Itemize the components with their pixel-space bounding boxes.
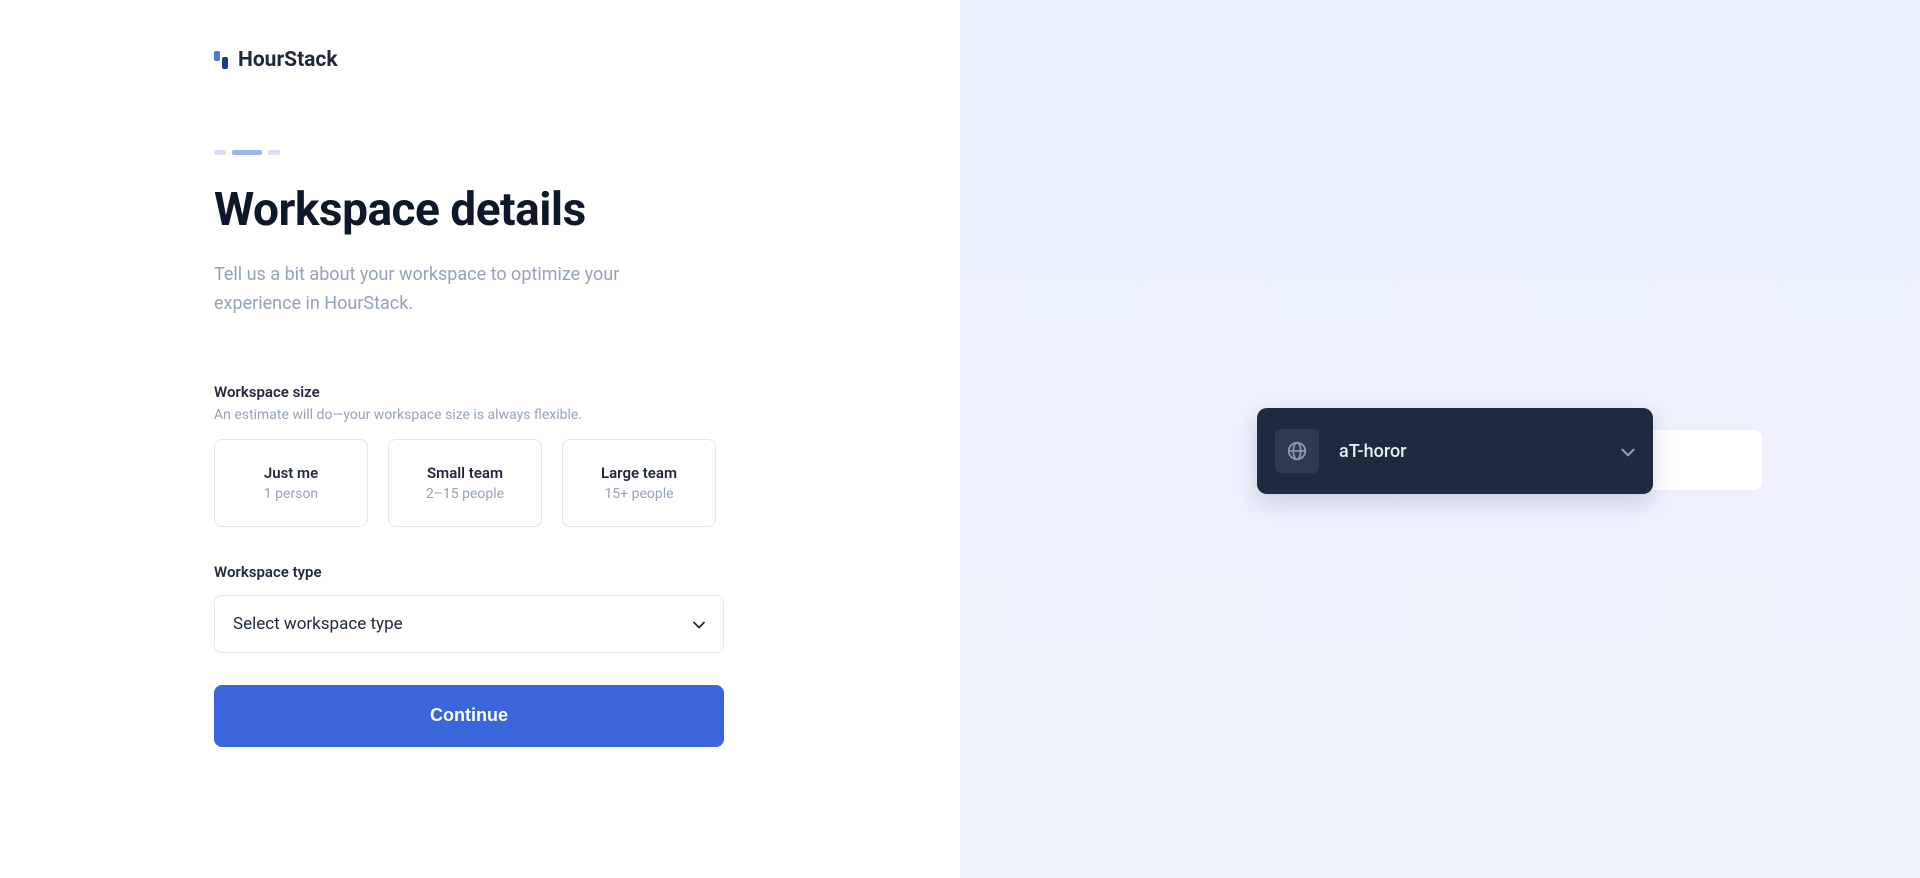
workspace-type-select[interactable]: Select workspace type bbox=[214, 595, 724, 653]
size-option-sub: 1 person bbox=[264, 486, 318, 502]
progress-step-1 bbox=[214, 150, 226, 155]
right-preview-panel: aT-horor bbox=[960, 0, 1920, 878]
size-option-title: Large team bbox=[601, 464, 677, 482]
left-panel: HourStack Workspace details Tell us a bi… bbox=[0, 0, 960, 878]
hourstack-logo-icon bbox=[214, 51, 230, 69]
chevron-down-icon bbox=[693, 614, 705, 634]
brand-name: HourStack bbox=[238, 48, 338, 72]
workspace-type-placeholder: Select workspace type bbox=[233, 614, 403, 634]
size-option-just-me[interactable]: Just me 1 person bbox=[214, 439, 368, 527]
size-options: Just me 1 person Small team 2–15 people … bbox=[214, 439, 724, 527]
size-option-sub: 2–15 people bbox=[426, 486, 504, 502]
continue-button[interactable]: Continue bbox=[214, 685, 724, 747]
page-title: Workspace details bbox=[214, 183, 724, 237]
brand-logo: HourStack bbox=[214, 48, 724, 72]
preview-workspace-icon bbox=[1275, 429, 1319, 473]
workspace-size-help: An estimate will do—your workspace size … bbox=[214, 407, 724, 423]
size-option-small-team[interactable]: Small team 2–15 people bbox=[388, 439, 542, 527]
size-option-title: Small team bbox=[427, 464, 503, 482]
workspace-type-label: Workspace type bbox=[214, 563, 724, 581]
size-option-title: Just me bbox=[264, 464, 318, 482]
size-option-large-team[interactable]: Large team 15+ people bbox=[562, 439, 716, 527]
progress-indicator bbox=[214, 150, 724, 155]
workspace-type-section: Workspace type Select workspace type bbox=[214, 563, 724, 653]
progress-step-2-active bbox=[232, 150, 262, 155]
size-option-sub: 15+ people bbox=[604, 486, 673, 502]
chevron-down-icon bbox=[1621, 442, 1635, 461]
page-description: Tell us a bit about your workspace to op… bbox=[214, 261, 674, 319]
preview-workspace-name: aT-horor bbox=[1339, 441, 1601, 462]
preview-workspace-header: aT-horor bbox=[1257, 408, 1653, 494]
workspace-size-section: Workspace size An estimate will do—your … bbox=[214, 383, 724, 527]
progress-step-3 bbox=[268, 150, 280, 155]
globe-icon bbox=[1286, 440, 1308, 462]
workspace-size-label: Workspace size bbox=[214, 383, 724, 401]
